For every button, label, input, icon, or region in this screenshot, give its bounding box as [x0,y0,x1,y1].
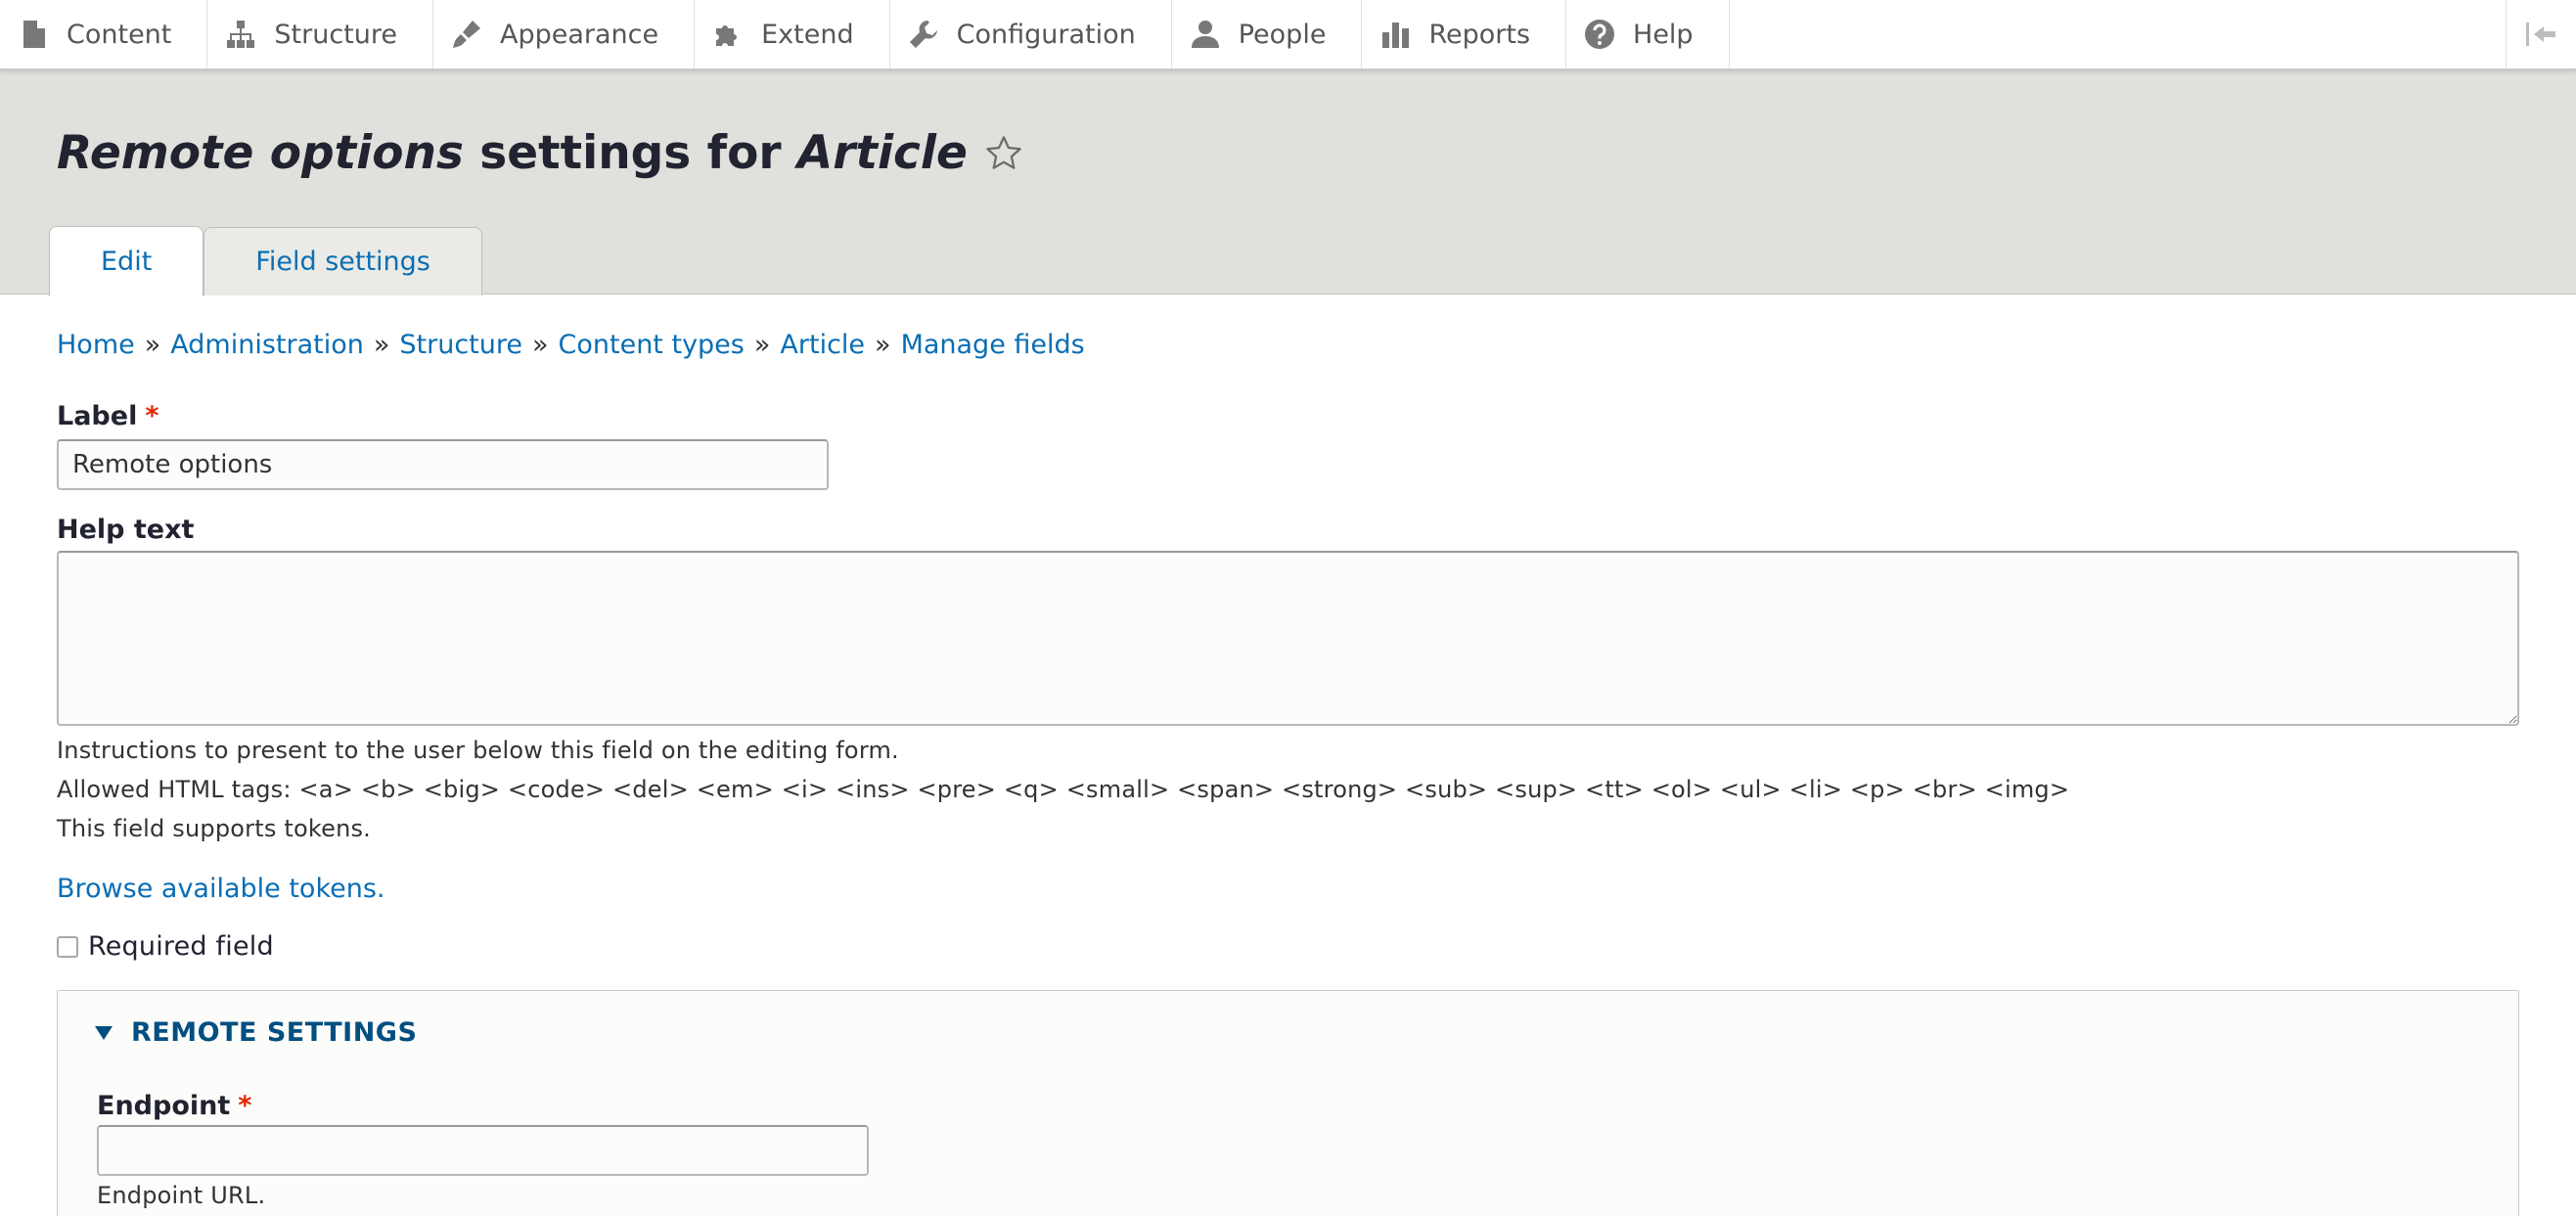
help-text-description: Instructions to present to the user belo… [57,737,899,764]
remote-settings-details [57,990,2519,1216]
endpoint-label-text: Endpoint [97,1091,231,1121]
paintbrush-icon [453,21,480,48]
toolbar-item-appearance[interactable]: Appearance [433,0,696,68]
primary-tabs: Edit Field settings [49,226,482,296]
puzzle-icon [716,25,738,46]
required-field-label[interactable]: Required field [88,931,274,962]
star-icon[interactable] [983,133,1024,174]
toolbar-item-label: Appearance [500,19,659,50]
required-marker: * [238,1091,252,1121]
allowed-html-tags: Allowed HTML tags: <a> <b> <big> <code> … [57,776,2070,803]
bar-chart-icon [1382,23,1410,48]
breadcrumb-article[interactable]: Article [780,330,865,360]
breadcrumb-separator: » [753,330,771,360]
remote-settings-summary[interactable]: REMOTE SETTINGS [94,1017,417,1048]
label-input[interactable] [57,439,829,490]
toolbar-item-label: Reports [1428,19,1531,50]
breadcrumb-administration[interactable]: Administration [170,330,364,360]
endpoint-description: Endpoint URL. [97,1182,266,1209]
tab-field-settings[interactable]: Field settings [203,227,482,295]
triangle-down-icon [95,1025,113,1040]
endpoint-label: Endpoint * [97,1091,251,1121]
breadcrumb-separator: » [144,330,161,360]
endpoint-input[interactable] [97,1125,869,1176]
toolbar-item-label: Help [1633,19,1694,50]
help-text-label: Help text [57,515,195,545]
page-title-middle: settings for [463,126,797,180]
remote-settings-summary-label: REMOTE SETTINGS [131,1017,418,1048]
help-text-textarea[interactable] [57,551,2519,726]
breadcrumb-separator: » [373,330,390,360]
required-marker: * [145,401,159,431]
toolbar-item-label: Extend [761,19,854,50]
collapse-left-icon [2525,23,2555,46]
page-title: Remote options settings for Article [57,126,1024,180]
wrench-icon [909,21,937,48]
question-icon [1585,20,1615,49]
person-icon [1191,21,1219,48]
breadcrumb-structure[interactable]: Structure [399,330,522,360]
toolbar-orientation-toggle[interactable] [2506,0,2576,68]
file-icon [23,21,45,48]
breadcrumb-separator: » [875,330,891,360]
toolbar-item-configuration[interactable]: Configuration [890,0,1172,68]
breadcrumb: Home » Administration » Structure » Content ty… [57,330,1085,360]
required-field-checkbox[interactable] [57,936,78,958]
page-title-bundle-name: Article [796,126,968,180]
tab-label: Edit [101,247,153,277]
toolbar-item-label: Content [67,19,172,50]
label-field-label-text: Label [57,401,138,431]
toolbar-item-content[interactable]: Content [0,0,208,68]
toolbar-item-extend[interactable]: Extend [695,0,890,68]
toolbar-item-reports[interactable]: Reports [1362,0,1567,68]
toolbar-item-label: Configuration [956,19,1136,50]
label-field-label: Label * [57,401,158,431]
breadcrumb-content-types[interactable]: Content types [559,330,745,360]
tab-edit[interactable]: Edit [49,226,204,296]
toolbar-item-help[interactable]: Help [1566,0,1730,68]
tokens-support-note: This field supports tokens. [57,815,372,842]
sitemap-icon [227,21,255,48]
page-header: Remote options settings for Article Edit… [0,70,2576,296]
admin-toolbar: Content Structure Appearance Extend Conf… [0,0,2576,70]
breadcrumb-separator: » [531,330,549,360]
breadcrumb-manage-fields[interactable]: Manage fields [901,330,1085,360]
page-title-field-name: Remote options [57,126,464,180]
tab-label: Field settings [255,247,430,277]
breadcrumb-home[interactable]: Home [57,330,135,360]
toolbar-item-people[interactable]: People [1172,0,1363,68]
toolbar-item-structure[interactable]: Structure [207,0,433,68]
toolbar-item-label: People [1238,19,1327,50]
browse-tokens-link[interactable]: Browse available tokens. [57,874,385,904]
toolbar-item-label: Structure [274,19,397,50]
